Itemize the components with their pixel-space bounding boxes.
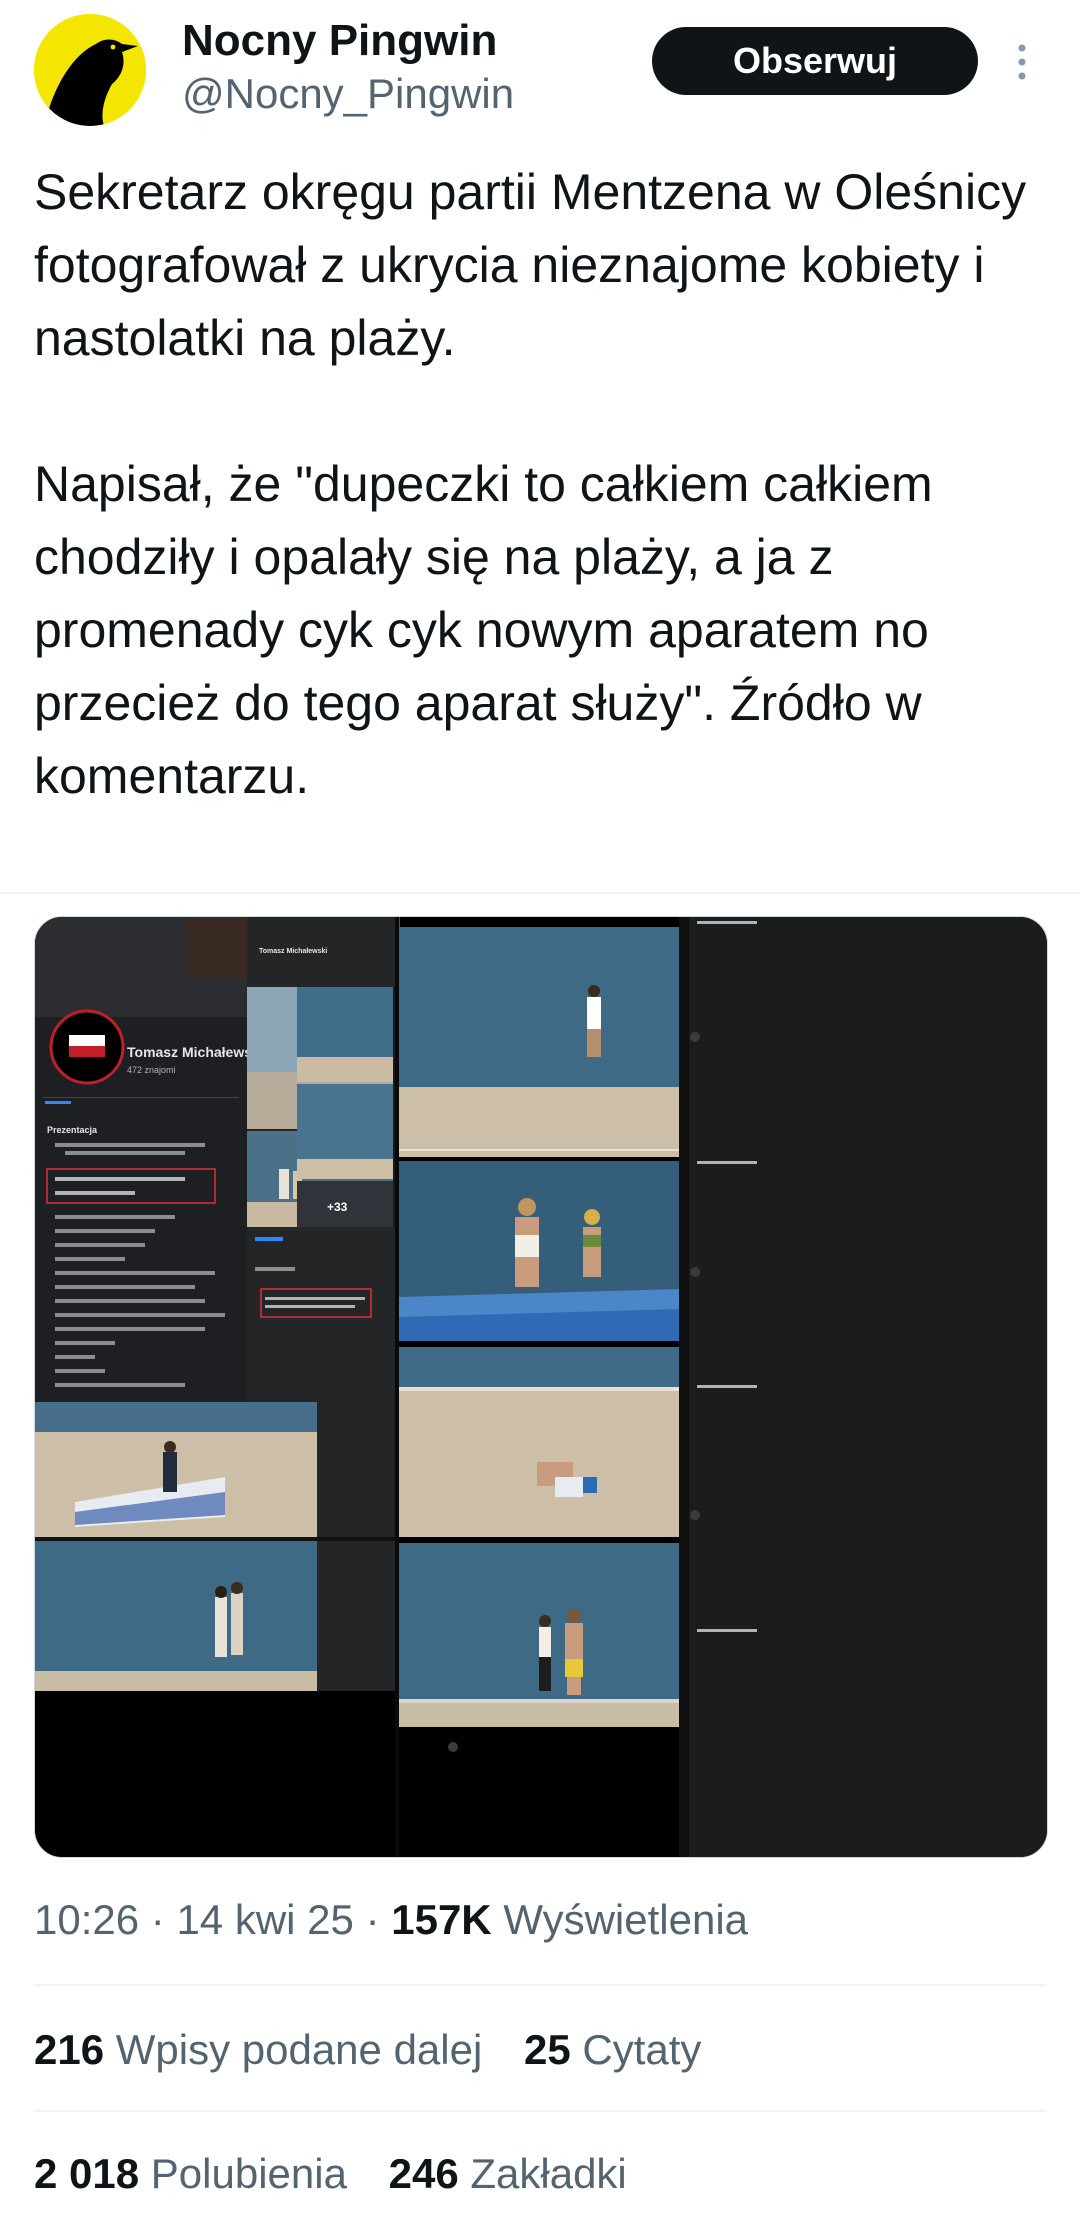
tweet-paragraph: Napisał, że "dupeczki to całkiem całkiem… bbox=[34, 456, 933, 804]
tweet-date[interactable]: 14 kwi 25 bbox=[176, 1896, 353, 1943]
reposts-count: 216 bbox=[34, 2026, 105, 2073]
screenshot-profile-name: Tomasz Michałewski bbox=[127, 1044, 264, 1060]
follow-button[interactable]: Obserwuj bbox=[652, 27, 978, 95]
bookmarks-count: 246 bbox=[388, 2150, 459, 2197]
quotes-count: 25 bbox=[523, 2026, 571, 2073]
divider bbox=[34, 1984, 1046, 1986]
tweet-header: Nocny Pingwin @Nocny_Pingwin Obserwuj bbox=[0, 0, 1080, 150]
author-handle[interactable]: @Nocny_Pingwin bbox=[182, 70, 514, 118]
quotes-label: Cytaty bbox=[582, 2026, 702, 2073]
quotes-stat[interactable]: 25 Cytaty bbox=[524, 2026, 701, 2074]
more-vertical-icon[interactable] bbox=[1004, 34, 1040, 90]
tweet-paragraph: Sekretarz okręgu partii Mentzena w Oleśn… bbox=[34, 164, 1027, 366]
bookmarks-label: Zakładki bbox=[470, 2150, 627, 2197]
views-count: 157K bbox=[391, 1896, 492, 1943]
separator: · bbox=[365, 1896, 380, 1943]
screenshot-more-photos: +33 bbox=[327, 1200, 348, 1214]
bookmarks-stat[interactable]: 246 Zakładki bbox=[389, 2150, 627, 2198]
reposts-stat[interactable]: 216 Wpisy podane dalej bbox=[34, 2026, 482, 2074]
divider bbox=[34, 2110, 1046, 2112]
screenshot-post-author: Tomasz Michałewski bbox=[259, 948, 327, 955]
black-bird-on-yellow-icon bbox=[34, 14, 146, 126]
likes-stat[interactable]: 2 018 Polubienia bbox=[34, 2150, 347, 2198]
views-label: Wyświetlenia bbox=[503, 1896, 749, 1943]
divider bbox=[0, 892, 1080, 894]
stats-row-likes: 2 018 Polubienia 246 Zakładki bbox=[34, 2150, 627, 2198]
stats-row-shares: 216 Wpisy podane dalej 25 Cytaty bbox=[34, 2026, 701, 2074]
reposts-label: Wpisy podane dalej bbox=[115, 2026, 483, 2073]
separator: · bbox=[150, 1896, 165, 1943]
author-avatar[interactable] bbox=[34, 14, 146, 126]
tweet-meta: 10:26 · 14 kwi 25 · 157K Wyświetlenia bbox=[34, 1896, 748, 1944]
author-display-name[interactable]: Nocny Pingwin bbox=[182, 16, 497, 66]
screenshot-followers: 472 znajomi bbox=[127, 1065, 176, 1075]
likes-count: 2 018 bbox=[34, 2150, 140, 2197]
collage-image: Tomasz Michałewski 472 znajomi Prezentac… bbox=[35, 917, 1047, 1857]
tweet-image[interactable]: Tomasz Michałewski 472 znajomi Prezentac… bbox=[34, 916, 1048, 1858]
screenshot-section: Prezentacja bbox=[47, 1125, 98, 1135]
tweet-text: Sekretarz okręgu partii Mentzena w Oleśn… bbox=[34, 156, 1044, 813]
likes-label: Polubienia bbox=[150, 2150, 347, 2197]
tweet-time[interactable]: 10:26 bbox=[34, 1896, 139, 1943]
